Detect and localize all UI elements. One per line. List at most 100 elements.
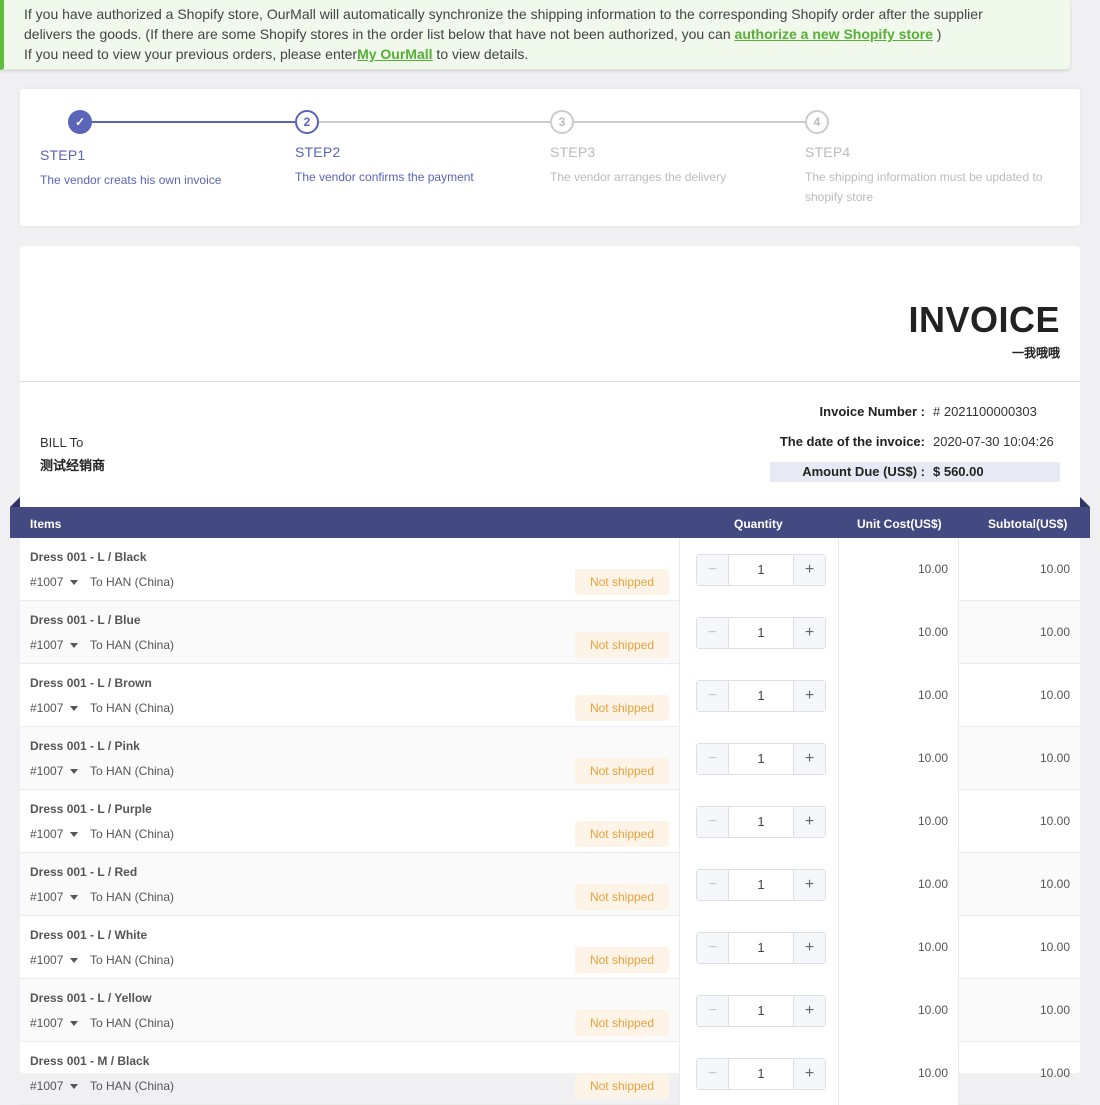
order-number-dropdown[interactable]: #1007 xyxy=(30,890,63,904)
caret-down-icon[interactable] xyxy=(70,958,78,963)
status-badge: Not shipped xyxy=(575,821,669,847)
caret-down-icon[interactable] xyxy=(70,769,78,774)
subtotal-cell: 10.00 xyxy=(959,601,1080,664)
step-description: The shipping information must be updated… xyxy=(805,170,1043,204)
step-number: 4 xyxy=(805,110,829,134)
decrease-button[interactable]: − xyxy=(697,744,729,774)
table-row: Dress 001 - L / Pink #1007 To HAN (China… xyxy=(20,727,1080,790)
subtotal: 10.00 xyxy=(1039,940,1070,954)
unit-cost-cell: 10.00 xyxy=(839,1042,959,1105)
caret-down-icon[interactable] xyxy=(70,706,78,711)
item-cell: Dress 001 - L / White #1007 To HAN (Chin… xyxy=(20,916,679,979)
order-number-dropdown[interactable]: #1007 xyxy=(30,953,63,967)
table-row: Dress 001 - L / White #1007 To HAN (Chin… xyxy=(20,916,1080,979)
step-number: 3 xyxy=(550,110,574,134)
invoice-number-label: Invoice Number : xyxy=(819,404,925,419)
item-cell: Dress 001 - L / Yellow #1007 To HAN (Chi… xyxy=(20,979,679,1042)
product-name: Dress 001 - L / Pink xyxy=(30,739,140,753)
caret-down-icon[interactable] xyxy=(70,580,78,585)
items-table-body: Dress 001 - L / Black #1007 To HAN (Chin… xyxy=(20,538,1080,1105)
caret-down-icon[interactable] xyxy=(70,1084,78,1089)
unit-cost-cell: 10.00 xyxy=(839,727,959,790)
increase-button[interactable]: + xyxy=(793,744,825,774)
decrease-button[interactable]: − xyxy=(697,618,729,648)
status-badge: Not shipped xyxy=(575,632,669,658)
order-number-dropdown[interactable]: #1007 xyxy=(30,1079,63,1093)
decrease-button[interactable]: − xyxy=(697,996,729,1026)
destination: To HAN (China) xyxy=(90,827,175,841)
my-ourmall-link[interactable]: My OurMall xyxy=(357,46,432,62)
decrease-button[interactable]: − xyxy=(697,807,729,837)
subtotal: 10.00 xyxy=(1039,877,1070,891)
quantity-cell: − 1 + xyxy=(679,790,839,853)
quantity-input[interactable]: 1 xyxy=(729,933,793,963)
order-number-dropdown[interactable]: #1007 xyxy=(30,764,63,778)
order-number-dropdown[interactable]: #1007 xyxy=(30,827,63,841)
unit-cost: 10.00 xyxy=(917,1003,948,1017)
table-row: Dress 001 - M / Black #1007 To HAN (Chin… xyxy=(20,1042,1080,1105)
decrease-button[interactable]: − xyxy=(697,933,729,963)
increase-button[interactable]: + xyxy=(793,555,825,585)
increase-button[interactable]: + xyxy=(793,681,825,711)
items-table-header: Items Quantity Unit Cost(US$) Subtotal(U… xyxy=(10,507,1090,538)
increase-button[interactable]: + xyxy=(793,1059,825,1089)
product-name: Dress 001 - L / Blue xyxy=(30,613,141,627)
authorize-store-link[interactable]: authorize a new Shopify store xyxy=(735,26,933,42)
quantity-input[interactable]: 1 xyxy=(729,996,793,1026)
caret-down-icon[interactable] xyxy=(70,643,78,648)
order-number-dropdown[interactable]: #1007 xyxy=(30,638,63,652)
quantity-input[interactable]: 1 xyxy=(729,807,793,837)
order-number-dropdown[interactable]: #1007 xyxy=(30,1016,63,1030)
notice-line-2: delivers the goods. (If there are some S… xyxy=(24,26,942,42)
decrease-button[interactable]: − xyxy=(697,870,729,900)
quantity-input[interactable]: 1 xyxy=(729,681,793,711)
status-badge: Not shipped xyxy=(575,947,669,973)
caret-down-icon[interactable] xyxy=(70,832,78,837)
quantity-cell: − 1 + xyxy=(679,538,839,601)
increase-button[interactable]: + xyxy=(793,618,825,648)
subtotal: 10.00 xyxy=(1039,688,1070,702)
increase-button[interactable]: + xyxy=(793,933,825,963)
bill-to-name: 测试经销商 xyxy=(40,458,106,473)
step-title: STEP4 xyxy=(805,144,851,160)
unit-cost-cell: 10.00 xyxy=(839,853,959,916)
increase-button[interactable]: + xyxy=(793,996,825,1026)
increase-button[interactable]: + xyxy=(793,807,825,837)
ribbon-fold xyxy=(10,497,20,507)
quantity-input[interactable]: 1 xyxy=(729,1059,793,1089)
header-subtotal: Subtotal(US$) xyxy=(988,517,1068,531)
step-connector xyxy=(574,121,805,123)
quantity-cell: − 1 + xyxy=(679,916,839,979)
caret-down-icon[interactable] xyxy=(70,1021,78,1026)
subtotal: 10.00 xyxy=(1039,814,1070,828)
order-number-dropdown[interactable]: #1007 xyxy=(30,575,63,589)
quantity-stepper: − 1 + xyxy=(696,1058,826,1090)
invoice-card: INVOICE 一我哦哦 BILL To 测试经销商 Invoice Numbe… xyxy=(10,246,1090,1105)
step-connector xyxy=(319,121,550,123)
destination: To HAN (China) xyxy=(90,953,175,967)
subtotal: 10.00 xyxy=(1039,1003,1070,1017)
status-badge: Not shipped xyxy=(575,884,669,910)
decrease-button[interactable]: − xyxy=(697,1059,729,1089)
product-name: Dress 001 - L / Purple xyxy=(30,802,152,816)
subtotal: 10.00 xyxy=(1039,562,1070,576)
item-cell: Dress 001 - L / Red #1007 To HAN (China)… xyxy=(20,853,679,916)
quantity-cell: − 1 + xyxy=(679,601,839,664)
caret-down-icon[interactable] xyxy=(70,895,78,900)
quantity-input[interactable]: 1 xyxy=(729,744,793,774)
decrease-button[interactable]: − xyxy=(697,555,729,585)
unit-cost: 10.00 xyxy=(917,688,948,702)
quantity-input[interactable]: 1 xyxy=(729,870,793,900)
product-name: Dress 001 - L / White xyxy=(30,928,148,942)
increase-button[interactable]: + xyxy=(793,870,825,900)
quantity-cell: − 1 + xyxy=(679,664,839,727)
destination: To HAN (China) xyxy=(90,890,175,904)
decrease-button[interactable]: − xyxy=(697,681,729,711)
subtotal: 10.00 xyxy=(1039,625,1070,639)
order-number-dropdown[interactable]: #1007 xyxy=(30,701,63,715)
quantity-input[interactable]: 1 xyxy=(729,555,793,585)
header-quantity: Quantity xyxy=(734,517,783,531)
table-row: Dress 001 - L / Black #1007 To HAN (Chin… xyxy=(20,538,1080,601)
notice-line-3: If you need to view your previous orders… xyxy=(24,46,529,62)
quantity-input[interactable]: 1 xyxy=(729,618,793,648)
